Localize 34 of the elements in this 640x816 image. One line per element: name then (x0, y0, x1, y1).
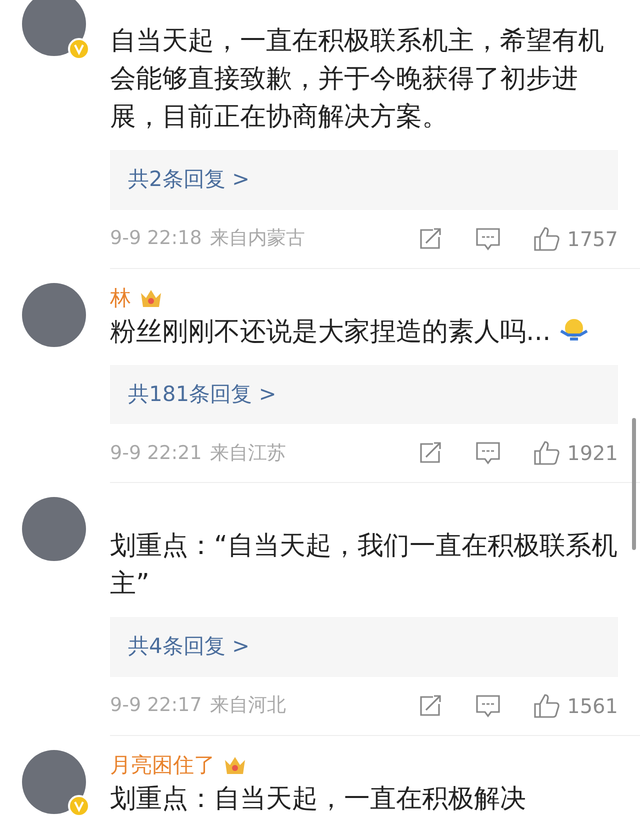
comment-icon (475, 694, 502, 718)
like-button[interactable]: 1921 (533, 438, 618, 468)
share-icon (419, 442, 444, 464)
comment-date: 9-9 22:17 (110, 693, 202, 718)
comment-text: 粉丝刚刚不还说是大家捏造的素人吗... (110, 312, 618, 350)
share-button[interactable] (419, 694, 444, 716)
comment-location: 来自江苏 (210, 440, 286, 466)
share-button[interactable] (419, 442, 444, 464)
share-icon (419, 228, 444, 250)
comment-button[interactable] (475, 226, 502, 250)
like-button[interactable]: 1757 (533, 224, 618, 254)
thumbs-up-icon (533, 440, 562, 466)
view-replies-link[interactable]: 共4条回复 > (110, 617, 618, 676)
comment-icon (475, 226, 502, 250)
comment-location: 来自内蒙古 (210, 226, 305, 252)
comment-text: 划重点：自当天起，一直在积极解决 (110, 782, 527, 816)
like-button[interactable]: 1561 (533, 690, 618, 720)
comment-button[interactable] (475, 441, 502, 465)
view-replies-link[interactable]: 共181条回复 > (110, 364, 618, 424)
thumbs-up-icon (533, 226, 562, 252)
comment-icon (475, 441, 502, 465)
thumbs-up-icon (533, 692, 562, 718)
comment-text: 划重点：“自当天起，我们一直在积极联系机主” (110, 530, 618, 601)
username[interactable]: 林 (110, 282, 131, 312)
comment-date: 9-9 22:18 (110, 226, 202, 252)
comment-location: 来自河北 (210, 693, 286, 718)
comment-text: 自当天起，一直在积极联系机主，希望有机会能够直接致歉，并于今晚获得了初步进展，目前正在协商解决方案。 (110, 25, 605, 134)
comment-date: 9-9 22:21 (110, 440, 202, 466)
comment-button[interactable] (475, 694, 502, 718)
username[interactable]: 月亮困住了 (110, 750, 215, 780)
view-replies-link[interactable]: 共2条回复 > (110, 150, 618, 210)
scrollbar[interactable] (632, 418, 636, 550)
share-icon (419, 694, 444, 716)
share-button[interactable] (419, 228, 444, 250)
